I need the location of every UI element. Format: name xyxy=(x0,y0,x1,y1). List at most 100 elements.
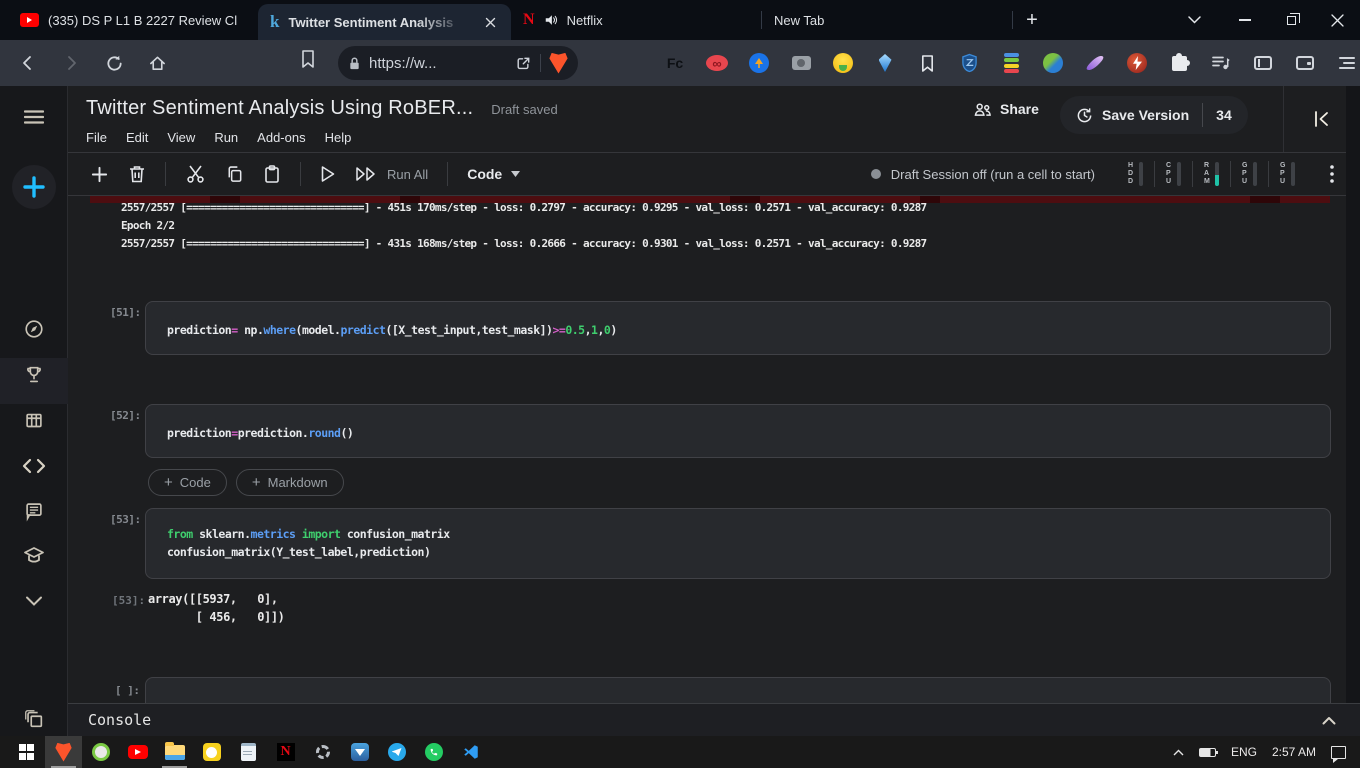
sidebar-item-explore[interactable] xyxy=(0,307,68,351)
taskbar-brave[interactable] xyxy=(45,736,82,768)
bookmarks-icon[interactable] xyxy=(300,49,316,69)
camera-extension-icon[interactable] xyxy=(790,52,812,74)
color-stack-extension-icon[interactable] xyxy=(1000,52,1022,74)
cut-icon[interactable] xyxy=(185,164,206,184)
menu-view[interactable]: View xyxy=(167,130,195,145)
taskbar-netflix[interactable]: N xyxy=(267,736,304,768)
taskbar-telegram[interactable] xyxy=(378,736,415,768)
audio-speaker-icon[interactable] xyxy=(544,13,558,27)
bookmark-extension-icon[interactable] xyxy=(916,52,938,74)
shield-extension-icon[interactable] xyxy=(958,52,980,74)
code-editor[interactable]: prediction=prediction.round() xyxy=(146,405,1330,442)
save-version-button[interactable]: Save Version xyxy=(1102,107,1189,123)
taskbar-media-player[interactable] xyxy=(193,736,230,768)
money-face-extension-icon[interactable] xyxy=(832,52,854,74)
scrollbar-gutter[interactable] xyxy=(1346,86,1360,703)
add-cell-icon[interactable] xyxy=(90,165,109,184)
code-cell-53[interactable]: from sklearn.metrics import confusion_ma… xyxy=(145,508,1331,579)
paste-icon[interactable] xyxy=(263,164,281,184)
forward-icon[interactable] xyxy=(57,49,85,77)
sidebar-item-learn[interactable] xyxy=(0,534,68,578)
add-markdown-button[interactable]: + Markdown xyxy=(236,469,344,496)
tab-kaggle-active[interactable]: k Twitter Sentiment Analysis xyxy=(258,4,511,40)
new-tab-button[interactable]: + xyxy=(1013,0,1051,40)
gem-extension-icon[interactable] xyxy=(874,52,896,74)
wallet-icon[interactable] xyxy=(1294,52,1316,74)
console-bar[interactable]: Console xyxy=(68,703,1360,736)
minimize-button[interactable] xyxy=(1222,0,1268,40)
code-cell-51[interactable]: prediction= np.where(model.predict([X_te… xyxy=(145,301,1331,355)
action-center-icon[interactable] xyxy=(1331,746,1346,759)
add-code-button[interactable]: + Code xyxy=(148,469,227,496)
more-options-icon[interactable] xyxy=(1330,165,1334,183)
tray-chevron-icon[interactable] xyxy=(1173,749,1184,756)
close-button[interactable] xyxy=(1314,0,1360,40)
copy-icon[interactable] xyxy=(225,164,244,184)
taskbar-youtube[interactable] xyxy=(119,736,156,768)
reload-icon[interactable] xyxy=(100,49,128,77)
puzzle-extensions-icon[interactable] xyxy=(1168,52,1190,74)
start-button[interactable] xyxy=(8,736,45,768)
run-all-icon[interactable] xyxy=(355,166,377,182)
run-cell-icon[interactable] xyxy=(320,165,336,183)
menu-run[interactable]: Run xyxy=(214,130,238,145)
pointer-extension-icon[interactable] xyxy=(748,52,770,74)
browser-tab-bar: (335) DS P L1 B 2227 Review Cl k Twitter… xyxy=(0,0,1360,40)
sidebar-item-competitions[interactable] xyxy=(0,353,68,397)
taskbar-vscode[interactable] xyxy=(452,736,489,768)
taskbar-game-booster[interactable] xyxy=(82,736,119,768)
sidebar-item-code[interactable] xyxy=(0,444,68,488)
menu-edit[interactable]: Edit xyxy=(126,130,148,145)
sidebar-create-button[interactable] xyxy=(0,165,68,209)
back-icon[interactable] xyxy=(14,49,42,77)
menu-addons[interactable]: Add-ons xyxy=(257,130,305,145)
menu-help[interactable]: Help xyxy=(325,130,352,145)
tab-search-icon[interactable] xyxy=(1166,0,1222,40)
cell-type-dropdown[interactable]: Code xyxy=(467,166,520,182)
sidebar-menu-button[interactable] xyxy=(0,95,68,139)
lock-icon[interactable] xyxy=(348,56,361,71)
empty-code-cell[interactable] xyxy=(145,677,1331,703)
download-manager-extension-icon[interactable] xyxy=(1042,52,1064,74)
console-expand-icon[interactable] xyxy=(1322,716,1336,725)
flash-extension-icon[interactable] xyxy=(1126,52,1148,74)
tab-youtube[interactable]: (335) DS P L1 B 2227 Review Cl xyxy=(8,0,258,40)
taskbar-notepad[interactable] xyxy=(230,736,267,768)
battery-icon[interactable] xyxy=(1199,748,1216,757)
sidebar-item-discussions[interactable] xyxy=(0,489,68,533)
url-text[interactable]: https://w... xyxy=(369,55,507,72)
share-button[interactable]: Share xyxy=(973,101,1039,117)
taskbar-file-explorer[interactable] xyxy=(156,736,193,768)
taskbar-idm[interactable] xyxy=(341,736,378,768)
restore-button[interactable] xyxy=(1268,0,1314,40)
sidebar-more-chevron-icon[interactable] xyxy=(0,579,68,623)
sidebar-toggle-icon[interactable] xyxy=(1252,52,1274,74)
notebook-title[interactable]: Twitter Sentiment Analysis Using RoBER..… xyxy=(86,97,473,120)
taskbar-whatsapp[interactable] xyxy=(415,736,452,768)
infinity-extension-icon[interactable] xyxy=(706,52,728,74)
home-icon[interactable] xyxy=(143,49,171,77)
code-editor[interactable]: prediction= np.where(model.predict([X_te… xyxy=(146,302,1330,339)
code-cell-52[interactable]: prediction=prediction.round() xyxy=(145,404,1331,458)
menu-file[interactable]: File xyxy=(86,130,107,145)
sidebar-window-stack-icon[interactable] xyxy=(0,697,68,741)
fc-extension-icon[interactable]: Fc xyxy=(664,52,686,74)
url-bar[interactable]: https://w... xyxy=(338,46,578,80)
run-all-label[interactable]: Run All xyxy=(387,167,428,182)
clock[interactable]: 2:57 AM xyxy=(1272,745,1316,759)
language-indicator[interactable]: ENG xyxy=(1231,745,1257,759)
tab-new-tab[interactable]: New Tab xyxy=(762,0,1012,40)
tab-netflix[interactable]: N Netflix xyxy=(511,0,761,40)
tab-close-icon[interactable] xyxy=(481,13,499,31)
brave-shields-icon[interactable] xyxy=(549,53,568,74)
console-label[interactable]: Console xyxy=(88,711,151,729)
code-editor[interactable]: from sklearn.metrics import confusion_ma… xyxy=(146,509,1330,561)
version-count[interactable]: 34 xyxy=(1216,107,1232,123)
share-icon[interactable] xyxy=(515,55,532,72)
delete-cell-icon[interactable] xyxy=(128,164,146,184)
app-menu-icon[interactable] xyxy=(1336,52,1358,74)
sidebar-item-datasets[interactable] xyxy=(0,399,68,443)
taskbar-settings[interactable] xyxy=(304,736,341,768)
playlist-icon[interactable] xyxy=(1210,52,1232,74)
feather-extension-icon[interactable] xyxy=(1084,52,1106,74)
